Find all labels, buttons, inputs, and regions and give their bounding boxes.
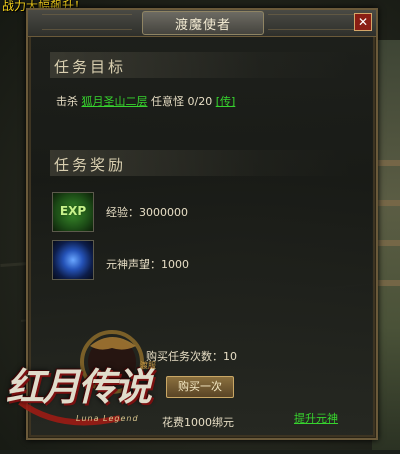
logo-badge: 渡服 [140, 361, 156, 370]
exp-icon: EXP [52, 192, 94, 232]
exp-icon-text: EXP [59, 204, 87, 218]
title-plate: 渡魔使者 [142, 11, 264, 35]
teleport-link[interactable]: [传] [216, 95, 236, 108]
panel-title: 渡魔使者 [174, 18, 231, 33]
task-progress: 0/20 [187, 95, 213, 108]
game-logo: 红月传说 Luna Legend 渡服 [0, 322, 176, 450]
task-location-link[interactable]: 狐月圣山二层 [82, 95, 148, 108]
buy-once-button[interactable]: 购买一次 [166, 376, 234, 398]
reward-reputation-label: 元神声望：1000 [106, 258, 189, 271]
upgrade-soul-link[interactable]: 提升元神 [294, 410, 338, 426]
close-button[interactable]: ✕ [354, 13, 372, 31]
task-heading: 任务目标 [54, 58, 127, 76]
rewards-heading: 任务奖励 [54, 156, 127, 174]
task-target: 任意怪 [151, 95, 184, 108]
panel-header: 渡魔使者 ✕ [28, 10, 376, 37]
logo-title: 红月传说 [6, 365, 152, 409]
task-prefix: 击杀 [56, 95, 78, 108]
reward-exp-label: 经验：3000000 [106, 206, 188, 219]
soul-orb-icon [52, 240, 94, 280]
task-objective: 击杀 狐月圣山二层 任意怪 0/20 [传] [56, 93, 235, 109]
logo-subtitle: Luna Legend [76, 414, 139, 423]
